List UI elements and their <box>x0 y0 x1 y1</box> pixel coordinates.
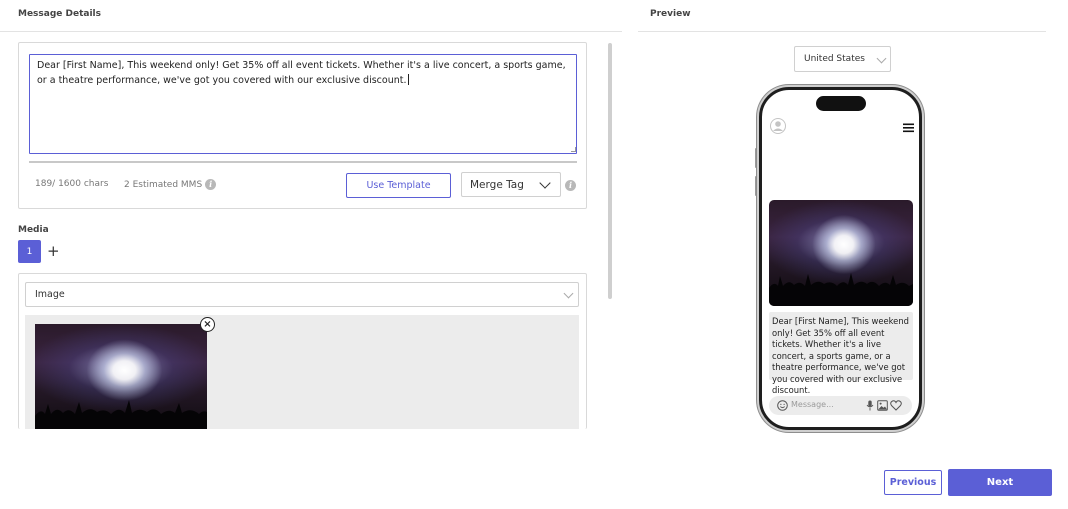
phone-power-button <box>922 195 925 235</box>
media-card: Image × <box>18 273 587 429</box>
merge-tag-info-icon[interactable]: i <box>565 180 576 191</box>
composer-placeholder: Message... <box>791 400 834 409</box>
message-bubble: Dear [First Name], This weekend only! Ge… <box>769 312 913 395</box>
country-select[interactable]: United States <box>794 46 891 72</box>
merge-tag-label: Merge Tag <box>470 178 524 191</box>
text-caret <box>407 74 409 85</box>
message-textarea[interactable]: Dear [First Name], This weekend only! Ge… <box>29 54 577 154</box>
info-icon[interactable]: i <box>205 179 217 190</box>
phone-volume-button <box>755 176 758 196</box>
message-composer[interactable]: Message... <box>769 396 912 415</box>
phone-notch <box>816 96 866 111</box>
editor-divider <box>29 161 577 163</box>
message-details-title: Message Details <box>18 9 102 19</box>
message-details-divider <box>0 31 622 32</box>
media-tab-1[interactable]: 1 <box>18 240 41 263</box>
preview-concert-image <box>769 200 913 306</box>
phone-frame: Dear [First Name], This weekend only! Ge… <box>759 87 922 430</box>
image-icon[interactable] <box>877 400 888 411</box>
resize-handle[interactable] <box>571 147 576 152</box>
message-editor-card: Dear [First Name], This weekend only! Ge… <box>18 42 587 209</box>
char-count: 189/ 1600 chars <box>35 179 109 189</box>
remove-media-button[interactable]: × <box>200 317 215 332</box>
merge-tag-select[interactable]: Merge Tag <box>461 172 561 197</box>
estimated-mms-text: 2 Estimated MMS <box>124 179 203 190</box>
previous-button[interactable]: Previous <box>884 470 942 495</box>
chevron-down-icon <box>876 53 887 64</box>
message-text: Dear [First Name], This weekend only! Ge… <box>37 60 566 86</box>
next-button[interactable]: Next <box>948 469 1052 496</box>
media-preview-area: × <box>25 315 579 429</box>
avatar-icon <box>770 118 786 134</box>
chevron-down-icon <box>539 177 551 189</box>
crowd-silhouette <box>35 400 207 429</box>
menu-icon[interactable] <box>903 123 914 133</box>
left-panel-scrollbar[interactable] <box>608 43 612 299</box>
close-icon: × <box>203 319 212 330</box>
media-title: Media <box>18 225 49 235</box>
heart-icon[interactable] <box>890 400 902 411</box>
media-type-select[interactable]: Image <box>25 282 579 307</box>
crowd-silhouette <box>769 273 913 306</box>
concert-image <box>35 324 207 429</box>
country-label: United States <box>804 54 865 64</box>
preview-divider <box>638 31 1046 32</box>
estimated-mms: 2 Estimated MMS i <box>124 179 217 190</box>
phone-volume-button <box>755 148 758 168</box>
media-type-label: Image <box>35 289 65 300</box>
use-template-button[interactable]: Use Template <box>346 173 451 198</box>
chevron-down-icon <box>563 288 574 299</box>
emoji-icon[interactable] <box>777 400 788 411</box>
add-media-button[interactable]: + <box>47 241 60 261</box>
preview-title: Preview <box>650 9 691 19</box>
microphone-icon[interactable] <box>866 400 874 411</box>
